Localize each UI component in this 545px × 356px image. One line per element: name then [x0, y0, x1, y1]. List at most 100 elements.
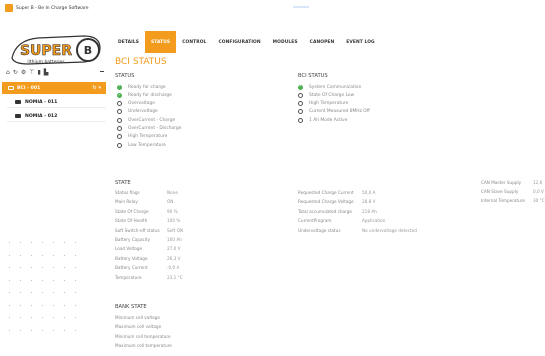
grid-dot — [9, 317, 11, 319]
check-circle-icon — [117, 92, 122, 98]
refresh-icon[interactable]: ↻ — [13, 70, 18, 76]
sidebar-item-label: NOMIA - 012 — [25, 113, 58, 119]
state-label: CAN Master Supply — [481, 180, 522, 185]
state-label: Internal Temperature — [481, 198, 525, 203]
chart-icon[interactable]: ▙ — [44, 70, 49, 76]
grid-dot — [75, 279, 77, 281]
grid-dot — [53, 329, 55, 331]
grid-dot — [53, 254, 55, 256]
sidebar-item-nomia-012[interactable]: NOMIA - 012 — [7, 111, 106, 122]
app-icon — [5, 4, 13, 12]
sidebar-item-nomia-011[interactable]: NOMIA - 011 — [7, 97, 106, 108]
check-circle-icon — [117, 84, 122, 90]
grid-dot — [42, 329, 44, 331]
grid-dot — [31, 329, 33, 331]
sidebar: B SUPER lithium batteries ⌂ ↻ ⚙ ⊤ ▮ ▙ BC… — [0, 16, 112, 356]
state-label: Load Voltage — [115, 246, 143, 252]
status-row: High Temperature — [117, 133, 167, 141]
grid-dot — [64, 292, 66, 294]
status-row: OverCurrent - Charge — [117, 116, 175, 124]
status-row: Ready for discharge — [117, 91, 172, 99]
grid-dot — [75, 242, 77, 244]
grid-dot — [42, 317, 44, 319]
state-label: Status flags — [115, 190, 140, 195]
state-label: State Of Charge — [115, 208, 149, 214]
grid-dot — [20, 267, 22, 269]
empty-circle-icon — [117, 101, 122, 107]
device-icon — [8, 86, 14, 90]
svg-text:lithium batteries: lithium batteries — [27, 59, 65, 65]
status-label: Ready for charge — [128, 84, 166, 90]
bci-status-row: State Of Charge Low — [298, 91, 354, 99]
status-label: 1 Ah Mode Active — [309, 117, 348, 123]
state-label: Main Relay — [115, 199, 138, 205]
tab-configuration[interactable]: CONFIGURATION — [212, 31, 266, 53]
grid-dot — [9, 242, 11, 244]
bci-status-row: High Temperature — [298, 100, 348, 108]
check-circle-icon — [298, 84, 303, 90]
state-label: Undervoltage status — [298, 227, 341, 233]
refresh-chevron-icon[interactable]: ↻ ▾ — [93, 85, 101, 91]
state-value: 28,8 V — [362, 199, 376, 205]
bci-status-row: Current Measured 8MHz Off — [298, 108, 370, 116]
tab-event-log[interactable]: EVENT LOG — [340, 31, 380, 53]
state-label: Requested Charge Voltage — [298, 199, 354, 205]
bci-status-row: System Communication — [298, 83, 361, 91]
grid-dot — [20, 329, 22, 331]
grid-dot — [75, 254, 77, 256]
battery-icon — [15, 100, 21, 104]
tab-control[interactable]: CONTROL — [176, 31, 212, 53]
status-label: Low Temperature — [128, 142, 166, 148]
window-titlebar: Super B - Be In Charge Software — [0, 0, 545, 16]
battery-icon[interactable]: ▮ — [37, 70, 40, 76]
grid-dot — [42, 242, 44, 244]
grid-dot — [31, 304, 33, 306]
empty-circle-icon — [117, 117, 122, 123]
grid-dot — [64, 329, 66, 331]
grid-dot — [20, 254, 22, 256]
tab-canopen[interactable]: CANOPEN — [304, 31, 341, 53]
grid-dot — [64, 279, 66, 281]
status-label: High Temperature — [309, 101, 349, 107]
collapse-icon[interactable] — [100, 71, 104, 72]
state-label: Requested Charge Current — [298, 190, 354, 195]
status-label: High Temperature — [128, 134, 168, 140]
title-decoration — [293, 6, 309, 8]
grid-dot — [31, 254, 33, 256]
state-value: None — [167, 190, 178, 195]
grid-dot — [53, 317, 55, 319]
grid-dot — [20, 304, 22, 306]
grid-dot — [9, 254, 11, 256]
settings-icon[interactable]: ⚙ — [21, 70, 26, 76]
grid-dot — [75, 329, 77, 331]
sidebar-item-bci-001[interactable]: BCI - 001 ↻ ▾ — [2, 82, 106, 94]
status-label: Current Measured 8MHz Off — [309, 109, 370, 115]
bank-state-label: Maximum cell voltage — [115, 324, 162, 330]
sidebar-item-label: BCI - 001 — [17, 85, 41, 91]
home-icon[interactable]: ⌂ — [6, 70, 10, 76]
grid-dot — [42, 279, 44, 281]
network-icon[interactable]: ⊤ — [29, 70, 34, 76]
sidebar-item-label: NOMIA - 011 — [25, 99, 58, 105]
state-value: Soft ON — [167, 227, 184, 233]
bank-state-label: Minimum cell voltage — [115, 315, 160, 320]
tab-details[interactable]: DETAILS — [112, 31, 145, 53]
bci-status-row: 1 Ah Mode Active — [298, 116, 347, 124]
state-value: 50,0 A — [362, 190, 376, 195]
state-value: 100 % — [167, 218, 181, 224]
grid-dot — [9, 329, 11, 331]
empty-circle-icon — [117, 134, 122, 140]
state-value: 0,0 V — [533, 189, 544, 194]
empty-circle-icon — [117, 126, 122, 131]
grid-dot — [9, 292, 11, 294]
battery-icon — [15, 114, 21, 118]
empty-circle-icon — [298, 101, 303, 107]
grid-dot — [42, 254, 44, 256]
sidebar-toolbar: ⌂ ↻ ⚙ ⊤ ▮ ▙ — [6, 68, 106, 78]
grid-dot — [20, 242, 22, 244]
tab-modules[interactable]: MODULES — [267, 31, 304, 53]
tab-status[interactable]: STATUS — [145, 31, 177, 53]
status-label: Undervoltage — [128, 109, 158, 115]
decorative-dot-grid — [9, 242, 89, 342]
grid-dot — [64, 267, 66, 269]
